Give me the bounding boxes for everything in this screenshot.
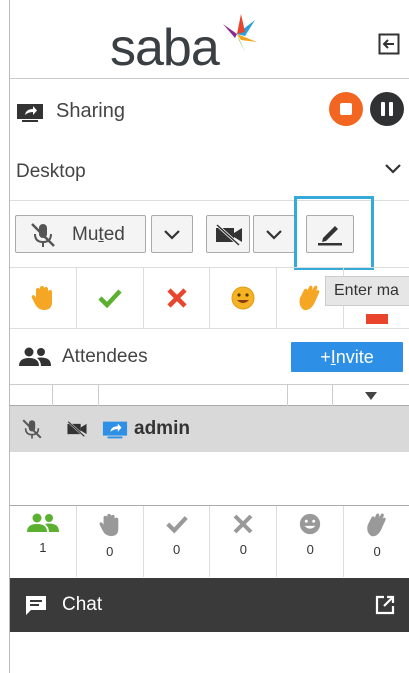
mute-button[interactable]: Muted: [15, 215, 146, 253]
pause-sharing-button[interactable]: [370, 92, 404, 126]
count-smile: 0: [277, 506, 345, 577]
count-raise-hand: 0: [77, 506, 144, 577]
raise-hand-icon: [31, 286, 52, 310]
count-yes: 0: [144, 506, 211, 577]
no-button[interactable]: [144, 268, 211, 328]
pen-icon: [318, 226, 342, 246]
stop-sharing-button[interactable]: [329, 92, 363, 126]
smile-icon: [231, 286, 255, 310]
chevron-down-icon: [385, 164, 401, 174]
raise-hand-button[interactable]: [10, 268, 77, 328]
count-value: 0: [306, 542, 314, 557]
smile-button[interactable]: [210, 268, 278, 328]
raise-hand-icon: [99, 513, 119, 537]
check-icon: [98, 289, 122, 309]
camera-options-dropdown[interactable]: [253, 215, 295, 253]
clock-icon: [366, 314, 389, 324]
popout-icon[interactable]: [375, 595, 395, 615]
mute-label: Muted: [72, 224, 125, 245]
share-source-select[interactable]: Desktop: [14, 155, 406, 189]
attendees-icon: [18, 347, 52, 372]
chevron-down-icon: [266, 230, 282, 240]
logo-star-icon: [222, 14, 257, 52]
sort-arrow-icon[interactable]: [365, 392, 377, 400]
chat-bar[interactable]: Chat: [10, 578, 409, 632]
camera-off-icon: [67, 420, 87, 438]
count-attendees: 1: [10, 506, 77, 577]
mic-muted-icon: [22, 419, 42, 439]
camera-off-icon: [215, 223, 242, 247]
count-value: 0: [172, 542, 181, 557]
x-icon: [233, 514, 253, 534]
count-value: 0: [373, 544, 381, 559]
applause-icon: [367, 513, 386, 537]
attendees-label: Attendees: [62, 346, 148, 367]
annotate-tooltip: Enter ma: [325, 276, 409, 306]
collaboration-panel: saba Sharing Desktop Muted Enter ma Atte…: [9, 0, 409, 673]
count-value: 0: [106, 544, 114, 559]
camera-button[interactable]: [206, 215, 250, 253]
count-no: 0: [210, 506, 278, 577]
yes-button[interactable]: [77, 268, 144, 328]
saba-logo: saba: [110, 14, 259, 74]
screen-share-icon: [16, 103, 44, 128]
attendee-row[interactable]: admin: [10, 406, 409, 452]
attendees-icon: [26, 513, 59, 532]
attendee-name: admin: [134, 418, 190, 439]
exit-icon[interactable]: [378, 33, 400, 55]
mic-options-dropdown[interactable]: [151, 215, 193, 253]
share-source-value: Desktop: [16, 161, 86, 182]
chevron-down-icon: [164, 230, 180, 240]
applause-icon: [299, 285, 320, 311]
chat-label: Chat: [62, 594, 103, 615]
count-applause: 0: [344, 506, 409, 577]
annotate-button[interactable]: [306, 215, 354, 253]
mic-muted-icon: [31, 223, 55, 247]
attendee-table-header: [10, 384, 409, 407]
sharing-label: Sharing: [56, 100, 125, 122]
logo-text: saba: [110, 19, 220, 77]
smile-icon: [300, 513, 321, 535]
reaction-counts: 1 0 0 0 0 0: [10, 505, 409, 577]
invite-button[interactable]: +Invite: [291, 342, 403, 372]
reactions-divider: [10, 328, 409, 329]
screen-share-icon: [102, 421, 128, 439]
chat-icon: [26, 596, 46, 615]
count-value: 0: [239, 542, 248, 557]
check-icon: [165, 516, 188, 534]
header-divider: [10, 78, 409, 79]
x-icon: [166, 288, 187, 308]
count-value: 1: [39, 540, 47, 555]
